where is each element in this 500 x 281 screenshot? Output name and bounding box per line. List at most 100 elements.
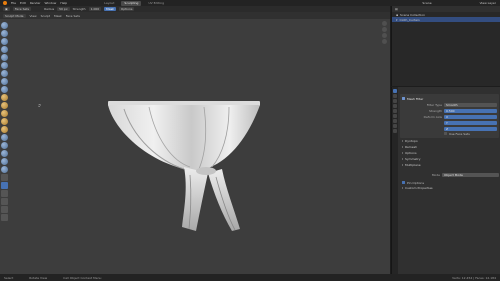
view-layer-selector[interactable]: View Layer [480, 1, 500, 5]
draw-brush-icon[interactable] [1, 22, 8, 29]
draw-sharp-brush-icon[interactable] [1, 30, 8, 37]
strength-slider[interactable]: 0.500 [444, 108, 497, 113]
mode-label: Mode [431, 172, 440, 177]
blob-brush-icon[interactable] [1, 78, 8, 85]
menu-render[interactable]: Render [30, 1, 41, 5]
mask-brush-icon[interactable] [1, 166, 8, 173]
pinch-brush-icon[interactable] [1, 126, 8, 133]
strength-label: Strength [429, 108, 442, 113]
mask-toggle[interactable]: Mask [104, 7, 116, 11]
view-layer-tab-icon[interactable] [393, 104, 397, 108]
clay-brush-icon[interactable] [1, 38, 8, 45]
filter-type-dropdown[interactable]: Smooth [444, 102, 497, 107]
menu-edit[interactable]: Edit [20, 1, 26, 5]
mode-dropdown[interactable]: Object Mode [442, 172, 499, 177]
menu-mask[interactable]: Mask [54, 14, 62, 18]
camera-view-icon[interactable] [382, 33, 387, 38]
navigation-gizmo [382, 21, 387, 44]
deform-axis-label: Deform Axis [423, 114, 442, 119]
scene-stats: Verts: 12.454 | Faces: 12.184 [452, 275, 496, 280]
tab-layout[interactable]: Layout [101, 1, 117, 6]
clay-thumb-brush-icon[interactable] [1, 54, 8, 61]
mesh-filter-icon[interactable] [1, 182, 8, 189]
expand-arrow-icon [402, 140, 403, 142]
panel-header[interactable]: Mesh Filter [402, 96, 497, 101]
expand-arrow-icon [402, 158, 403, 160]
cloth-filter-icon[interactable] [1, 190, 8, 197]
inflate-brush-icon[interactable] [1, 70, 8, 77]
layer-brush-icon[interactable] [1, 62, 8, 69]
modifier-tab-icon[interactable] [393, 124, 397, 128]
scrape-brush-icon[interactable] [1, 118, 8, 125]
collection-icon: ▪ [396, 12, 399, 17]
menu-face-sets[interactable]: Face Sets [66, 14, 80, 18]
smooth-brush-icon[interactable] [1, 94, 8, 101]
radius-label: Radius [44, 7, 55, 11]
brush-cursor-icon [38, 104, 41, 107]
zoom-icon[interactable] [382, 21, 387, 26]
subpanel-custom-properties[interactable]: Custom Properties [400, 185, 499, 191]
tool-settings-tab-icon[interactable] [393, 89, 397, 93]
menu-view[interactable]: View [30, 14, 37, 18]
outliner-panel: ▤ ▪ Scene Collection ▾ Cloth_Curtain [391, 6, 500, 86]
subpanel-multiplane[interactable]: Multiplane [400, 162, 499, 168]
strength-field[interactable]: 1.000 [88, 7, 102, 11]
box-mask-icon[interactable] [1, 174, 8, 181]
3d-viewport[interactable] [0, 19, 390, 274]
render-tab-icon[interactable] [393, 94, 397, 98]
status-context-hint: Call Object Context Menu [63, 275, 102, 280]
tab-sculpting[interactable]: Sculpting [121, 0, 142, 6]
status-select-hint: Select [4, 275, 14, 280]
output-tab-icon[interactable] [393, 99, 397, 103]
sculpt-toolbar [1, 22, 9, 221]
use-face-sets-checkbox[interactable]: Use Face Sets [444, 131, 497, 136]
outliner-type-icon[interactable]: ▤ [395, 7, 398, 11]
world-tab-icon[interactable] [393, 114, 397, 118]
move-icon[interactable] [1, 198, 8, 205]
properties-panel: Mesh Filter Filter Type Smooth Strength … [391, 87, 500, 274]
properties-tabs [392, 87, 398, 274]
axis-x-toggle[interactable]: X [444, 114, 497, 119]
menu-sculpt[interactable]: Sculpt [41, 14, 50, 18]
flatten-brush-icon[interactable] [1, 102, 8, 109]
crease-brush-icon[interactable] [1, 86, 8, 93]
outliner-row-object[interactable]: ▾ Cloth_Curtain [392, 17, 500, 22]
filter-type-label: Filter Type [426, 102, 442, 107]
menu-window[interactable]: Window [45, 1, 57, 5]
checkbox-icon [444, 132, 447, 135]
fill-brush-icon[interactable] [1, 110, 8, 117]
scene-selector[interactable]: Scene [422, 1, 431, 5]
menu-file[interactable]: File [11, 1, 16, 5]
editor-type-button[interactable]: ▣ [3, 7, 10, 11]
options-dropdown[interactable]: Options [118, 7, 135, 11]
snake-hook-brush-icon[interactable] [1, 142, 8, 149]
scene-tab-icon[interactable] [393, 109, 397, 113]
cloth-brush-icon[interactable] [1, 158, 8, 165]
pan-hand-icon[interactable] [382, 27, 387, 32]
strength-label: Strength [72, 7, 86, 11]
rotate-icon[interactable] [1, 206, 8, 213]
object-tab-icon[interactable] [393, 119, 397, 123]
brush-type-dropdown[interactable]: Face Sets [12, 7, 32, 11]
physics-tab-icon[interactable] [393, 129, 397, 133]
expand-arrow-icon [402, 146, 403, 148]
blender-logo-icon[interactable] [3, 1, 7, 5]
mesh-filter-panel: Mesh Filter Filter Type Smooth Strength … [400, 94, 499, 138]
axis-z-toggle[interactable]: Z [444, 126, 497, 131]
menu-help[interactable]: Help [60, 1, 67, 5]
expand-arrow-icon [402, 187, 403, 189]
perspective-toggle-icon[interactable] [382, 39, 387, 44]
mesh-filter-icon [402, 97, 405, 100]
radius-field[interactable]: 50 px [57, 7, 70, 11]
axis-y-toggle[interactable]: Y [444, 120, 497, 125]
expand-arrow-icon [402, 164, 403, 166]
curtain-cloth-mesh[interactable] [104, 99, 264, 234]
tab-uv-editing[interactable]: UV Editing [145, 1, 167, 6]
checkbox-icon [402, 181, 405, 184]
grab-brush-icon[interactable] [1, 134, 8, 141]
clay-strips-brush-icon[interactable] [1, 46, 8, 53]
properties-body: Mesh Filter Filter Type Smooth Strength … [400, 89, 499, 191]
thumb-brush-icon[interactable] [1, 150, 8, 157]
scale-icon[interactable] [1, 214, 8, 221]
mode-dropdown[interactable]: Sculpt Mode [3, 13, 26, 18]
